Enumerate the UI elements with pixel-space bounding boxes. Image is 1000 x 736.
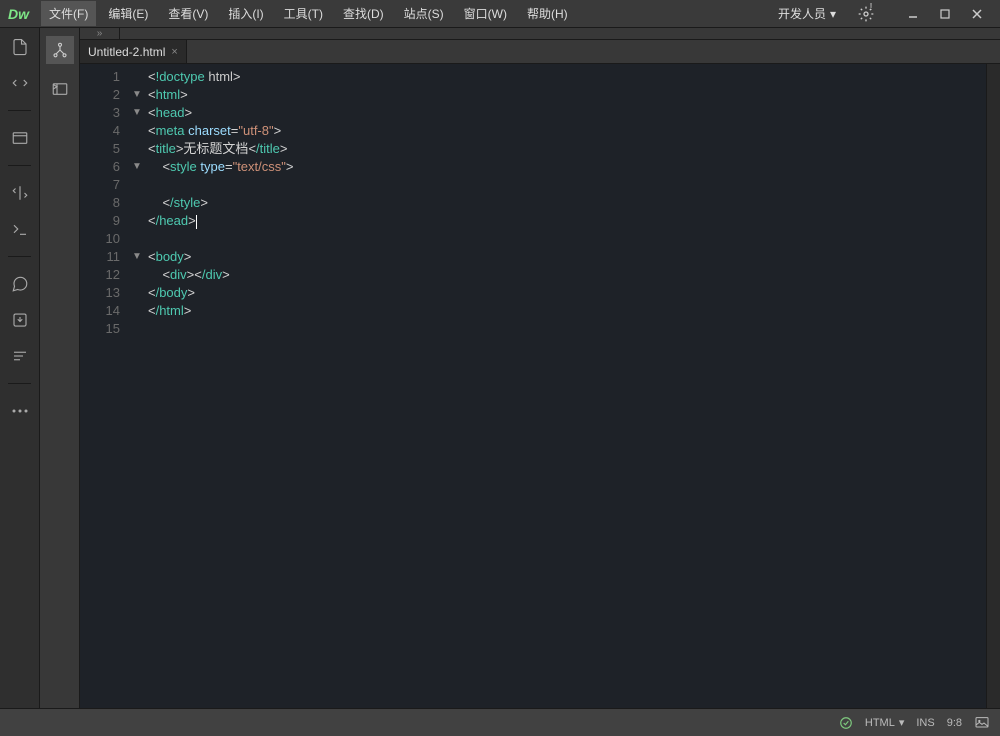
menu-window[interactable]: 窗口(W) [456, 1, 515, 26]
new-file-icon[interactable] [9, 36, 31, 58]
menubar: Dw 文件(F) 编辑(E) 查看(V) 插入(I) 工具(T) 查找(D) 站… [0, 0, 1000, 28]
split-icon[interactable] [9, 182, 31, 204]
menu-items: 文件(F) 编辑(E) 查看(V) 插入(I) 工具(T) 查找(D) 站点(S… [41, 1, 768, 26]
cursor-position: 9:8 [947, 717, 962, 729]
maximize-button[interactable] [930, 4, 960, 24]
menu-site[interactable]: 站点(S) [396, 1, 452, 26]
status-bar: HTML ▾ INS 9:8 [0, 708, 1000, 736]
menu-edit[interactable]: 编辑(E) [100, 1, 156, 26]
manage-sites-icon[interactable] [9, 72, 31, 94]
sync-settings-icon[interactable]: ! [856, 3, 878, 25]
menu-view[interactable]: 查看(V) [160, 1, 216, 26]
comment-icon[interactable] [9, 273, 31, 295]
minimize-button[interactable] [898, 4, 928, 24]
language-mode-label: HTML [865, 717, 895, 729]
assets-icon[interactable] [49, 78, 71, 100]
language-mode[interactable]: HTML ▾ [865, 716, 904, 729]
side-panel-rail [40, 28, 80, 708]
file-tab-label: Untitled-2.html [88, 45, 165, 59]
workspace-label: 开发人员 [778, 5, 826, 22]
chevron-down-icon: ▾ [830, 7, 836, 21]
error-indicator[interactable] [839, 716, 853, 730]
preview-icon[interactable] [974, 715, 990, 731]
app-logo: Dw [8, 6, 29, 22]
file-tab[interactable]: Untitled-2.html × [80, 40, 187, 63]
menu-help[interactable]: 帮助(H) [519, 1, 576, 26]
line-number-gutter: 123456789101112131415 [80, 64, 130, 708]
menu-tools[interactable]: 工具(T) [276, 1, 331, 26]
dom-tree-icon[interactable] [46, 36, 74, 64]
workspace-dropdown[interactable]: 开发人员 ▾ [768, 3, 846, 24]
tab-bar: Untitled-2.html × [80, 40, 1000, 64]
menu-right: 开发人员 ▾ ! [768, 3, 992, 25]
insert-mode-label: INS [916, 717, 934, 729]
code-body[interactable]: <!doctype html><html><head><meta charset… [144, 64, 986, 708]
live-view-icon[interactable] [9, 218, 31, 240]
more-icon[interactable] [9, 400, 31, 422]
document-tab-row: » [80, 28, 1000, 40]
code-editor[interactable]: 123456789101112131415 ▼▼▼▼ <!doctype htm… [80, 64, 1000, 708]
editor-column: » Untitled-2.html × 12345678910111213141… [80, 28, 1000, 708]
download-icon[interactable] [9, 309, 31, 331]
fold-gutter[interactable]: ▼▼▼▼ [130, 64, 144, 708]
menu-insert[interactable]: 插入(I) [220, 1, 271, 26]
cursor-position-label: 9:8 [947, 717, 962, 729]
main-area: » Untitled-2.html × 12345678910111213141… [0, 28, 1000, 708]
format-icon[interactable] [9, 345, 31, 367]
menu-file[interactable]: 文件(F) [41, 1, 96, 26]
tab-placeholder: » [80, 28, 120, 39]
vertical-scrollbar[interactable] [986, 64, 1000, 708]
left-toolbar [0, 28, 40, 708]
menu-find[interactable]: 查找(D) [335, 1, 392, 26]
close-button[interactable] [962, 4, 992, 24]
close-tab-icon[interactable]: × [171, 46, 177, 58]
chevron-down-icon: ▾ [899, 716, 905, 729]
code-view-icon[interactable] [9, 127, 31, 149]
insert-mode[interactable]: INS [916, 717, 934, 729]
window-controls [898, 4, 992, 24]
